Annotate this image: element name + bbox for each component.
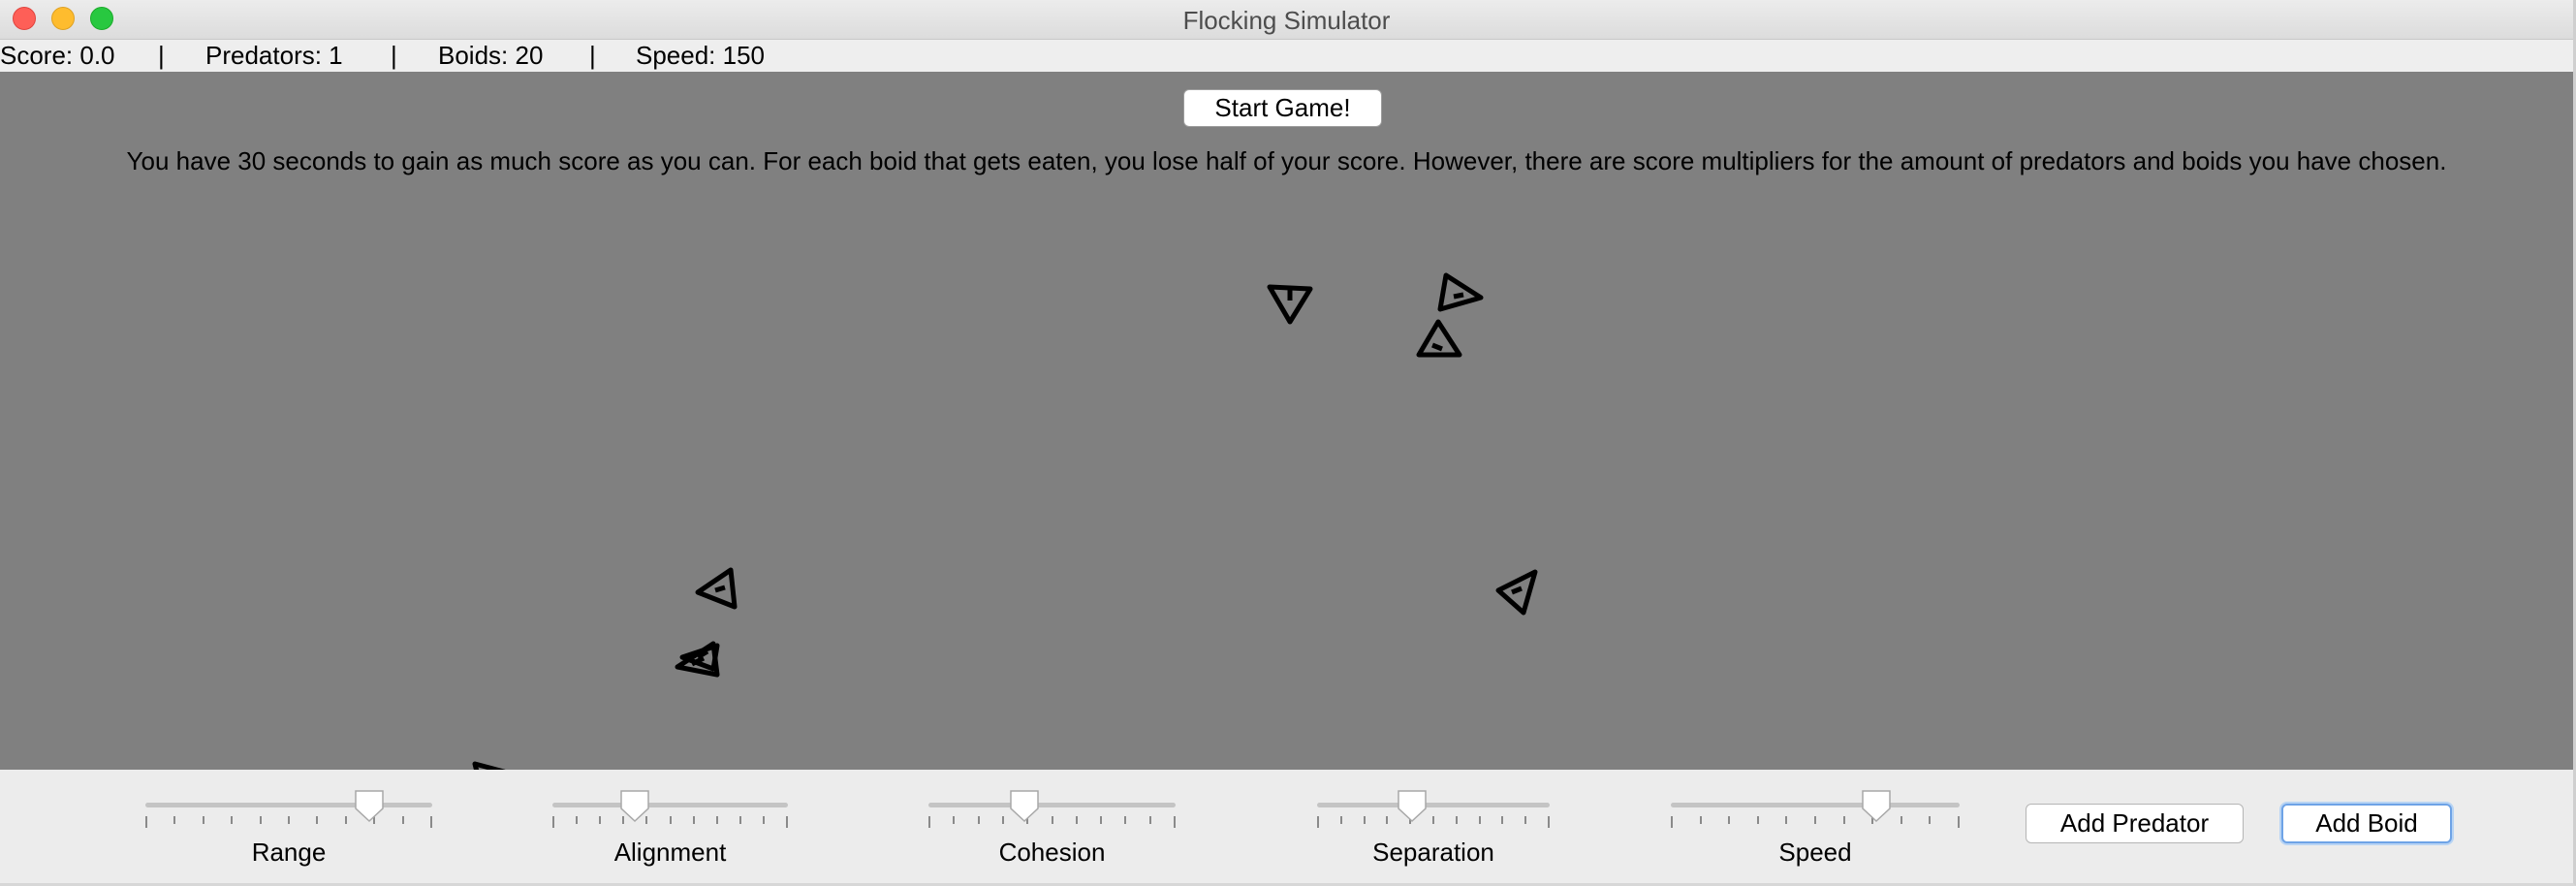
speed-readout: Speed: 150	[636, 41, 766, 70]
slider-tick	[1843, 816, 1845, 824]
slider-tick	[1456, 816, 1458, 824]
score-readout: Score: 0.0	[0, 41, 115, 70]
slider-tick	[1002, 816, 1004, 824]
slider-track	[1671, 803, 1960, 807]
slider-tick	[1524, 816, 1526, 824]
simulation-canvas[interactable]: Start Game! You have 30 seconds to gain …	[0, 72, 2573, 770]
title-bar: Flocking Simulator	[0, 0, 2573, 40]
slider-tick	[1671, 816, 1673, 828]
slider-thumb[interactable]	[1860, 789, 1893, 824]
slider-tick	[739, 816, 741, 824]
range-slider[interactable]: Range	[145, 770, 432, 883]
slider-tick	[1174, 816, 1176, 828]
slider-thumb[interactable]	[618, 789, 651, 824]
alignment-label: Alignment	[613, 838, 727, 867]
add-boid-button[interactable]: Add Boid	[2281, 804, 2452, 843]
slider-tick	[1479, 816, 1481, 824]
slider-tick	[1432, 816, 1434, 824]
cohesion-label: Cohesion	[998, 838, 1106, 867]
slider-thumb[interactable]	[1008, 789, 1041, 824]
speed-slider[interactable]: Speed	[1671, 770, 1960, 883]
slider-tick	[1958, 816, 1960, 828]
slider-tick	[716, 816, 718, 824]
slider-tick	[1929, 816, 1931, 824]
add-predator-button[interactable]: Add Predator	[2026, 804, 2244, 843]
slider-tick	[1052, 816, 1053, 824]
slider-tick	[316, 816, 318, 824]
status-separator: |	[158, 41, 165, 70]
slider-tick	[173, 816, 175, 824]
slider-tick	[1317, 816, 1319, 828]
window-title: Flocking Simulator	[1182, 6, 1391, 35]
slider-track	[1317, 803, 1550, 807]
slider-tick	[552, 816, 554, 828]
boid-triangle-icon	[679, 643, 720, 672]
slider-tick	[1340, 816, 1342, 824]
boids-readout: Boids: 20	[438, 41, 544, 70]
slider-ticks	[1317, 816, 1550, 828]
slider-tick	[203, 816, 204, 824]
status-separator: |	[589, 41, 596, 70]
slider-tick	[1124, 816, 1126, 824]
slider-tick	[1728, 816, 1730, 824]
cohesion-slider[interactable]: Cohesion	[928, 770, 1176, 883]
slider-tick	[693, 816, 695, 824]
slider-tick	[402, 816, 404, 824]
slider-tick	[1814, 816, 1816, 824]
boid-triangle-icon	[1495, 569, 1538, 616]
app-window: Flocking Simulator Score: 0.0 | Predator…	[0, 0, 2576, 886]
slider-tick	[763, 816, 765, 824]
slider-tick	[1364, 816, 1366, 824]
slider-tick	[953, 816, 955, 824]
slider-tick	[670, 816, 672, 824]
separation-label: Separation	[1372, 838, 1494, 867]
slider-track	[552, 803, 788, 807]
slider-tick	[145, 816, 147, 828]
boid-triangle-icon	[1267, 284, 1313, 325]
slider-tick	[928, 816, 930, 828]
slider-tick	[345, 816, 347, 824]
slider-tick	[1757, 816, 1759, 824]
separation-slider[interactable]: Separation	[1317, 770, 1550, 883]
slider-tick	[288, 816, 290, 824]
boid-triangle-icon	[695, 567, 738, 610]
speed-label: Speed	[1778, 838, 1852, 867]
boid-layer	[472, 272, 1538, 770]
status-separator: |	[391, 41, 397, 70]
slider-tick	[599, 816, 601, 824]
slider-tick	[1100, 816, 1102, 824]
slider-ticks	[145, 816, 432, 828]
slider-tick	[231, 816, 233, 824]
slider-tick	[978, 816, 980, 824]
status-bar: Score: 0.0 | Predators: 1 | Boids: 20 | …	[0, 40, 2573, 72]
slider-track	[928, 803, 1176, 807]
boid-triangle-icon	[1416, 319, 1462, 358]
slider-track	[145, 803, 432, 807]
slider-tick	[430, 816, 432, 828]
slider-tick	[260, 816, 262, 824]
slider-tick	[1386, 816, 1388, 824]
slider-tick	[1901, 816, 1902, 824]
slider-tick	[1700, 816, 1702, 824]
slider-tick	[786, 816, 788, 828]
alignment-slider[interactable]: Alignment	[552, 770, 788, 883]
slider-ticks	[552, 816, 788, 828]
control-panel: Range Alignment Cohesion Separation Spee…	[0, 770, 2573, 883]
boid-triangle-icon	[1437, 272, 1484, 312]
slider-tick	[1785, 816, 1787, 824]
predators-readout: Predators: 1	[205, 41, 343, 70]
slider-tick	[1548, 816, 1550, 828]
slider-ticks	[928, 816, 1176, 828]
range-label: Range	[251, 838, 327, 867]
slider-tick	[576, 816, 578, 824]
slider-tick	[1149, 816, 1151, 824]
slider-ticks	[1671, 816, 1960, 828]
slider-thumb[interactable]	[1396, 789, 1429, 824]
slider-tick	[1076, 816, 1078, 824]
slider-thumb[interactable]	[353, 789, 386, 824]
slider-tick	[1501, 816, 1503, 824]
